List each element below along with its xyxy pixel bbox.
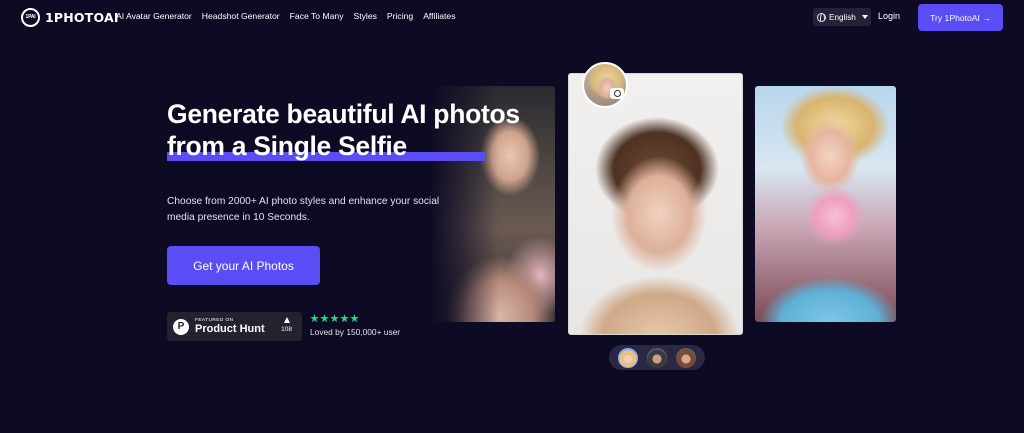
upvote-arrow-icon xyxy=(283,317,290,323)
showcase-photo-right xyxy=(755,86,896,322)
product-hunt-badge[interactable]: P FEATURED ON Product Hunt 108 xyxy=(167,312,302,341)
language-selector[interactable]: English xyxy=(813,8,871,26)
logo-text: 1PHOTOAI xyxy=(45,9,119,25)
star-icon xyxy=(320,314,329,323)
rating-stars xyxy=(310,314,359,323)
star-icon xyxy=(340,314,349,323)
thumbnail-2[interactable] xyxy=(647,347,667,368)
nav-headshot-generator[interactable]: Headshot Generator xyxy=(202,11,280,21)
try-1photoai-button[interactable]: Try 1PhotoAI → xyxy=(918,4,1003,31)
camera-icon xyxy=(610,88,624,99)
product-hunt-name: Product Hunt xyxy=(195,323,265,335)
thumbnail-3[interactable] xyxy=(676,347,696,368)
loved-by-text: Loved by 150,000+ user xyxy=(310,327,401,337)
star-icon xyxy=(310,314,319,323)
language-label: English xyxy=(829,12,856,22)
nav-pricing[interactable]: Pricing xyxy=(387,11,413,21)
vote-count: 108 xyxy=(281,326,292,333)
hero-subtext: Choose from 2000+ AI photo styles and en… xyxy=(167,196,440,223)
selfie-avatar xyxy=(582,62,628,108)
get-ai-photos-button[interactable]: Get your AI Photos xyxy=(167,246,320,285)
hero-headline: Generate beautiful AI photos from a Sing… xyxy=(167,98,547,162)
nav-ai-avatar-generator[interactable]: AI Avatar Generator xyxy=(116,11,192,21)
login-link[interactable]: Login xyxy=(878,11,900,21)
logo-icon: 1PAI xyxy=(21,7,40,27)
top-nav: 1PAI 1PHOTOAI AI Avatar Generator Headsh… xyxy=(0,0,1024,34)
logo[interactable]: 1PAI 1PHOTOAI xyxy=(21,7,119,27)
main-menu: AI Avatar Generator Headshot Generator F… xyxy=(116,11,456,21)
product-hunt-text: FEATURED ON Product Hunt xyxy=(195,318,265,335)
thumbnail-1[interactable] xyxy=(618,347,638,368)
headline-line-2: from a Single Selfie xyxy=(167,131,407,161)
upvote-count: 108 xyxy=(281,317,292,333)
globe-icon xyxy=(817,12,826,22)
nav-styles[interactable]: Styles xyxy=(354,11,377,21)
star-icon xyxy=(350,314,359,323)
nav-face-to-many[interactable]: Face To Many xyxy=(290,11,344,21)
product-hunt-icon: P xyxy=(173,318,189,335)
nav-affiliates[interactable]: Affiliates xyxy=(423,11,455,21)
showcase-photo-center xyxy=(568,73,743,335)
headline-line-1: Generate beautiful AI photos xyxy=(167,99,520,129)
star-icon xyxy=(330,314,339,323)
style-thumbnails xyxy=(609,345,705,370)
caret-down-icon xyxy=(861,15,868,19)
